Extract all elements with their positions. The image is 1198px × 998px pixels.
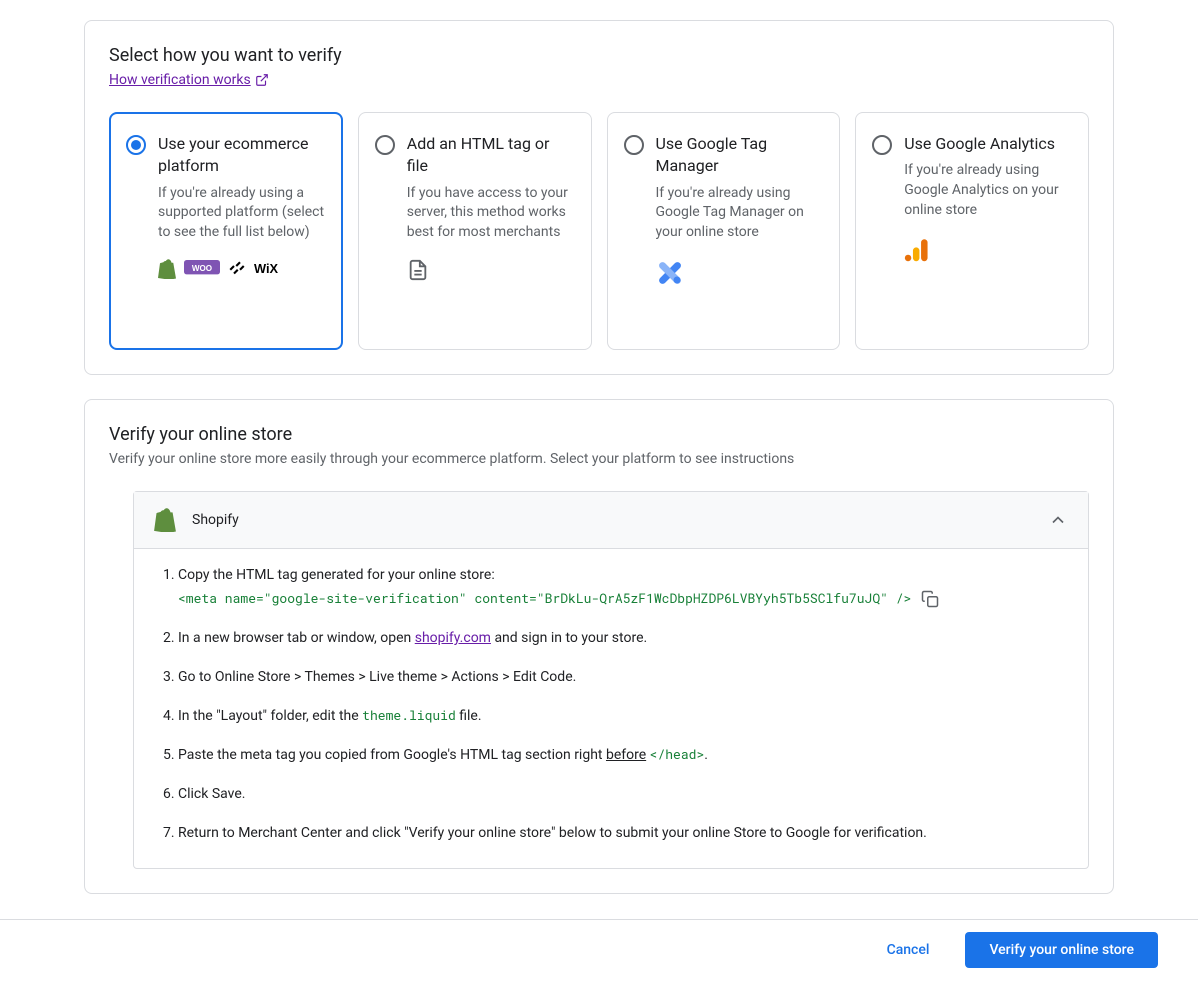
step-4-code: theme.liquid: [362, 706, 456, 724]
shopify-link[interactable]: shopify.com: [415, 630, 491, 646]
instructions-list: Copy the HTML tag generated for your onl…: [158, 565, 1064, 844]
wix-icon: WiX: [254, 261, 294, 277]
footer-action-bar: Cancel Verify your online store: [0, 919, 1198, 980]
option-desc: If you have access to your server, this …: [407, 184, 575, 243]
shopify-icon: [158, 259, 176, 279]
step-5-underline: before: [606, 747, 646, 763]
accordion-header-shopify[interactable]: Shopify: [134, 492, 1088, 549]
step-5-text-a: Paste the meta tag you copied from Googl…: [178, 747, 606, 763]
accordion-body: Copy the HTML tag generated for your onl…: [134, 549, 1088, 868]
option-title: Use your ecommerce platform: [158, 133, 326, 178]
copy-button[interactable]: [919, 588, 941, 610]
section-title: Select how you want to verify: [109, 45, 1089, 66]
document-icon: [407, 259, 575, 281]
shopify-icon: [154, 508, 176, 532]
google-tag-manager-icon: [656, 259, 824, 287]
section-subtitle: Verify your online store more easily thr…: [109, 451, 1089, 467]
cancel-button[interactable]: Cancel: [875, 934, 942, 966]
verify-method-card: Select how you want to verify How verifi…: [84, 20, 1114, 375]
accordion-title: Shopify: [192, 512, 239, 528]
step-5-text-c: .: [704, 747, 708, 763]
option-ecommerce-platform[interactable]: Use your ecommerce platform If you're al…: [109, 112, 343, 350]
how-verification-works-link[interactable]: How verification works: [109, 72, 269, 88]
svg-text:WiX: WiX: [254, 261, 279, 276]
step-2-text-a: In a new browser tab or window, open: [178, 630, 415, 646]
platform-accordion: Shopify Copy the HTML tag generated for …: [133, 491, 1089, 869]
verify-store-card: Verify your online store Verify your onl…: [84, 399, 1114, 894]
section-title: Verify your online store: [109, 424, 1089, 445]
option-tag-manager[interactable]: Use Google Tag Manager If you're already…: [607, 112, 841, 350]
option-desc: If you're already using Google Tag Manag…: [656, 184, 824, 243]
google-analytics-icon: [904, 236, 1072, 262]
copy-icon: [921, 590, 939, 608]
radio-selected-icon: [126, 135, 146, 155]
option-title: Use Google Analytics: [904, 133, 1072, 155]
radio-unselected-icon: [624, 135, 644, 155]
meta-tag-code: <meta name="google-site-verification" co…: [178, 589, 911, 609]
step-2: In a new browser tab or window, open sho…: [178, 628, 1064, 649]
verify-button[interactable]: Verify your online store: [965, 932, 1158, 968]
option-desc: If you're already using Google Analytics…: [904, 161, 1072, 220]
step-4-text-a: In the "Layout" folder, edit the: [178, 708, 362, 724]
option-title: Add an HTML tag or file: [407, 133, 575, 178]
platform-icons-row: WOO WiX: [126, 259, 326, 279]
radio-unselected-icon: [872, 135, 892, 155]
option-title: Use Google Tag Manager: [656, 133, 824, 178]
svg-text:WOO: WOO: [192, 263, 212, 272]
step-5-code: </head>: [650, 745, 705, 763]
step-7: Return to Merchant Center and click "Ver…: [178, 823, 1064, 844]
option-html-tag[interactable]: Add an HTML tag or file If you have acce…: [358, 112, 592, 350]
step-3: Go to Online Store > Themes > Live theme…: [178, 667, 1064, 688]
step-1-text: Copy the HTML tag generated for your onl…: [178, 567, 495, 583]
chevron-up-icon: [1048, 510, 1068, 530]
step-1: Copy the HTML tag generated for your onl…: [178, 565, 1064, 610]
squarespace-icon: [228, 260, 246, 278]
option-desc: If you're already using a supported plat…: [158, 184, 326, 243]
step-4: In the "Layout" folder, edit the theme.l…: [178, 706, 1064, 727]
external-link-icon: [255, 73, 269, 87]
help-link-label: How verification works: [109, 72, 251, 88]
woocommerce-icon: WOO: [184, 260, 220, 278]
step-4-text-b: file.: [456, 708, 482, 724]
option-google-analytics[interactable]: Use Google Analytics If you're already u…: [855, 112, 1089, 350]
radio-unselected-icon: [375, 135, 395, 155]
step-2-text-b: and sign in to your store.: [491, 630, 647, 646]
step-5: Paste the meta tag you copied from Googl…: [178, 745, 1064, 766]
verification-options-row: Use your ecommerce platform If you're al…: [109, 112, 1089, 350]
step-6: Click Save.: [178, 784, 1064, 805]
